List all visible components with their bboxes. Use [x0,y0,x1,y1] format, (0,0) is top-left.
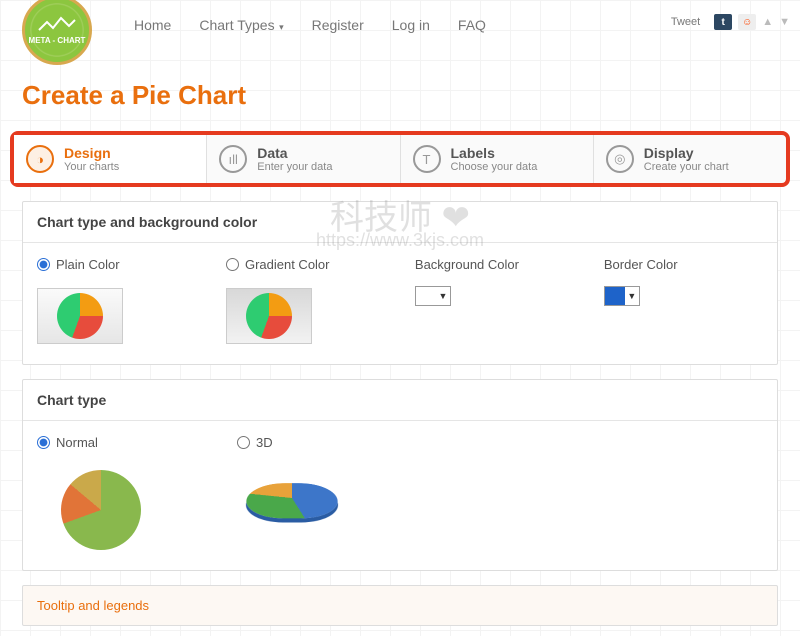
panel-chart-type: Chart type Normal 3D [22,379,778,571]
main-nav: Home Chart Types ▾ Register Log in FAQ [120,9,500,41]
nav-faq[interactable]: FAQ [444,9,500,41]
step-labels[interactable]: T LabelsChoose your data [401,135,594,183]
wizard-steps-highlight: ◑ DesignYour charts ıll DataEnter your d… [10,131,790,187]
step-title: Data [257,145,332,161]
wizard-steps: ◑ DesignYour charts ıll DataEnter your d… [14,135,786,183]
step-sub: Create your chart [644,161,729,173]
chevron-down-icon: ▼ [436,291,450,301]
panel-heading: Chart type and background color [23,202,777,243]
option-normal[interactable]: Normal [37,435,237,450]
accordion-title: Tooltip and legends [37,598,149,613]
step-sub: Enter your data [257,161,332,173]
logo[interactable]: META - CHART [22,0,92,65]
option-plain-color[interactable]: Plain Color [37,257,226,272]
option-3d[interactable]: 3D [237,435,437,450]
radio-normal[interactable] [37,436,50,449]
palette-icon: ◑ [26,145,54,173]
step-data[interactable]: ıll DataEnter your data [207,135,400,183]
logo-text: META - CHART [29,36,86,45]
gradient-color-preview[interactable] [226,288,312,344]
pie-icon [246,293,292,339]
step-title: Labels [451,145,538,161]
plain-color-preview[interactable] [37,288,123,344]
pie-3d-preview [239,483,345,518]
upvote-icon[interactable]: ▲ [762,16,773,28]
logo-chart-icon [37,16,77,34]
panel-heading: Chart type [23,380,777,421]
option-gradient-color[interactable]: Gradient Color [226,257,415,272]
step-sub: Choose your data [451,161,538,173]
radio-3d[interactable] [237,436,250,449]
chevron-down-icon: ▾ [277,22,284,32]
label-background-color: Background Color [415,257,604,272]
downvote-icon[interactable]: ▼ [779,16,790,28]
step-display[interactable]: ◎ DisplayCreate your chart [594,135,786,183]
step-design[interactable]: ◑ DesignYour charts [14,135,207,183]
color-swatch [416,287,436,305]
page-title: Create a Pie Chart [22,80,800,111]
display-icon: ◎ [606,145,634,173]
pie-icon [57,293,103,339]
nav-login[interactable]: Log in [378,9,444,41]
tweet-link[interactable]: Tweet [671,16,700,28]
panel-chart-type-bg: Chart type and background color Plain Co… [22,201,778,365]
tumblr-icon[interactable]: t [714,14,732,30]
nav-register[interactable]: Register [298,9,378,41]
nav-home[interactable]: Home [120,9,185,41]
pie-chart-preview [61,470,141,550]
social-bar: Tweet t ☺ ▲ ▼ [671,14,790,30]
background-color-picker[interactable]: ▼ [415,286,451,306]
radio-gradient-color[interactable] [226,258,239,271]
border-color-picker[interactable]: ▼ [604,286,640,306]
text-icon: T [413,145,441,173]
top-bar: META - CHART Home Chart Types ▾ Register… [0,0,800,50]
chevron-down-icon: ▼ [625,291,639,301]
label-border-color: Border Color [604,257,763,272]
radio-plain-color[interactable] [37,258,50,271]
accordion-tooltip-legends[interactable]: Tooltip and legends [22,585,778,626]
step-title: Design [64,145,119,161]
bar-chart-icon: ıll [219,145,247,173]
reddit-icon[interactable]: ☺ [738,14,756,30]
step-sub: Your charts [64,161,119,173]
step-title: Display [644,145,729,161]
nav-chart-types[interactable]: Chart Types ▾ [185,9,297,41]
color-swatch [605,287,625,305]
